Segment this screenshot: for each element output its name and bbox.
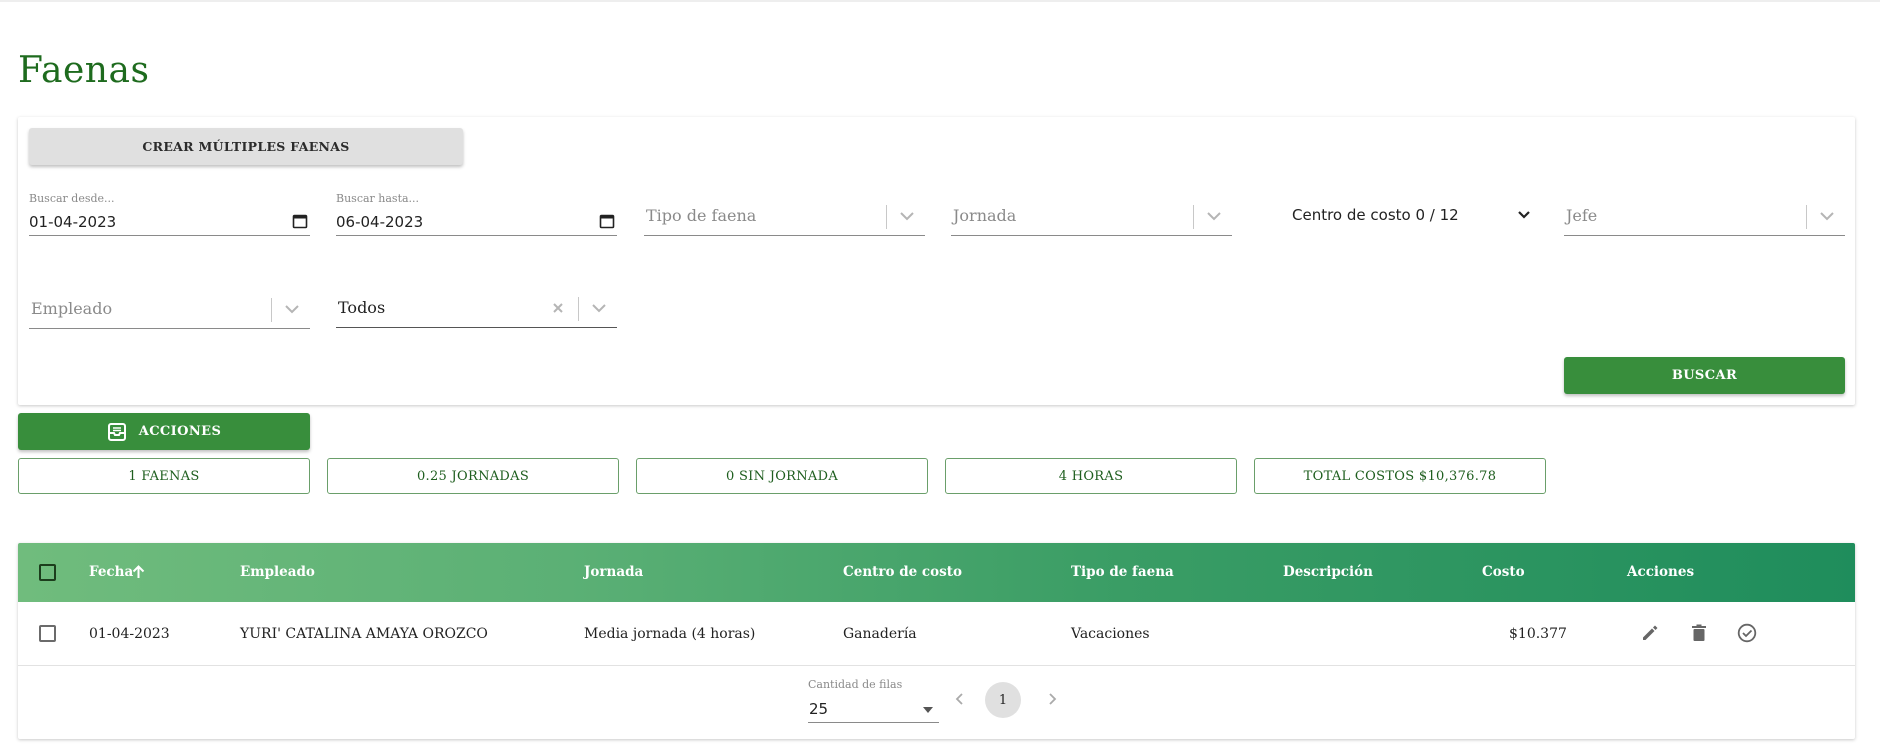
cell-tipo-faena: Vacaciones (1071, 626, 1150, 642)
jefe-select[interactable]: Jefe (1564, 196, 1845, 236)
centro-costo-select[interactable]: Centro de costo 0 / 12 (1276, 202, 1536, 228)
chevron-down-icon[interactable] (1206, 210, 1222, 222)
filter-panel: CREAR MÚLTIPLES FAENAS Buscar desde... 0… (18, 117, 1855, 405)
clear-icon[interactable] (551, 301, 565, 315)
page-title: Faenas (18, 50, 150, 91)
check-circle-icon[interactable] (1736, 622, 1758, 644)
chevron-left-icon[interactable] (952, 691, 968, 707)
stat-total-costos: TOTAL COSTOS $10,376.78 (1254, 458, 1546, 494)
column-header-descripcion[interactable]: Descripción (1283, 564, 1373, 580)
chevron-down-icon[interactable] (284, 303, 300, 315)
date-to-label: Buscar hasta... (336, 192, 420, 205)
actions-button[interactable]: ACCIONES (18, 413, 310, 450)
top-divider (0, 0, 1880, 2)
chevron-right-icon[interactable] (1044, 691, 1060, 707)
column-header-fecha[interactable]: Fecha (89, 564, 133, 580)
centro-costo-label: Centro de costo 0 / 12 (1292, 206, 1459, 224)
select-separator (578, 297, 579, 321)
search-button[interactable]: BUSCAR (1564, 357, 1845, 394)
jornada-select[interactable]: Jornada (951, 196, 1232, 236)
stat-jornadas: 0.25 JORNADAS (327, 458, 619, 494)
stat-horas: 4 HORAS (945, 458, 1237, 494)
table-row[interactable]: 01-04-2023 YURI' CATALINA AMAYA OROZCO M… (18, 602, 1855, 666)
cell-empleado: YURI' CATALINA AMAYA OROZCO (240, 626, 488, 642)
select-separator (1193, 205, 1194, 229)
table-header: Fecha Empleado Jornada Centro de costo T… (18, 543, 1855, 602)
cell-jornada: Media jornada (4 horas) (584, 626, 756, 642)
rows-per-page-label: Cantidad de filas (808, 678, 903, 691)
column-header-empleado[interactable]: Empleado (240, 564, 315, 580)
chevron-down-icon[interactable] (591, 302, 607, 314)
date-from-label: Buscar desde... (29, 192, 115, 205)
faenas-table: Fecha Empleado Jornada Centro de costo T… (18, 543, 1855, 739)
caret-down-icon (923, 707, 933, 713)
select-all-checkbox[interactable] (39, 564, 56, 581)
jornada-placeholder: Jornada (953, 206, 1017, 225)
empleado-placeholder: Empleado (31, 299, 113, 318)
select-separator (271, 298, 272, 322)
row-checkbox[interactable] (39, 625, 56, 642)
chevron-down-icon[interactable] (1819, 210, 1835, 222)
column-header-jornada[interactable]: Jornada (584, 564, 643, 580)
column-header-acciones: Acciones (1627, 564, 1695, 580)
jefe-placeholder: Jefe (1566, 206, 1598, 225)
estado-select[interactable]: Todos (336, 288, 617, 328)
empleado-select[interactable]: Empleado (29, 289, 310, 329)
cell-costo: $10.377 (1509, 626, 1567, 642)
delete-icon[interactable] (1688, 622, 1710, 644)
stat-sin-jornada: 0 SIN JORNADA (636, 458, 928, 494)
tipo-faena-placeholder: Tipo de faena (646, 206, 757, 225)
cell-fecha: 01-04-2023 (89, 626, 170, 642)
rows-per-page-select[interactable]: 25 (808, 695, 939, 723)
calendar-icon[interactable] (599, 213, 615, 229)
estado-value: Todos (338, 298, 386, 317)
calendar-icon[interactable] (292, 213, 308, 229)
select-separator (886, 205, 887, 229)
cell-centro-costo: Ganadería (843, 626, 917, 642)
chevron-down-icon[interactable] (1516, 209, 1532, 221)
date-to-value[interactable]: 06-04-2023 (336, 213, 423, 231)
date-to-field[interactable]: Buscar hasta... 06-04-2023 (336, 192, 617, 236)
edit-icon[interactable] (1639, 622, 1661, 644)
column-header-centro-costo[interactable]: Centro de costo (843, 564, 962, 580)
actions-label: ACCIONES (138, 424, 222, 439)
create-multiple-button[interactable]: CREAR MÚLTIPLES FAENAS (29, 128, 463, 165)
inbox-icon (107, 422, 126, 441)
select-separator (1806, 205, 1807, 229)
stat-faenas: 1 FAENAS (18, 458, 310, 494)
date-from-field[interactable]: Buscar desde... 01-04-2023 (29, 192, 310, 236)
tipo-faena-select[interactable]: Tipo de faena (644, 196, 925, 236)
page-button-current[interactable]: 1 (985, 682, 1021, 718)
column-header-tipo-faena[interactable]: Tipo de faena (1071, 564, 1174, 580)
arrow-up-icon[interactable] (131, 564, 146, 580)
rows-per-page-value: 25 (809, 700, 829, 718)
chevron-down-icon[interactable] (899, 210, 915, 222)
column-header-costo[interactable]: Costo (1482, 564, 1525, 580)
date-from-value[interactable]: 01-04-2023 (29, 213, 116, 231)
